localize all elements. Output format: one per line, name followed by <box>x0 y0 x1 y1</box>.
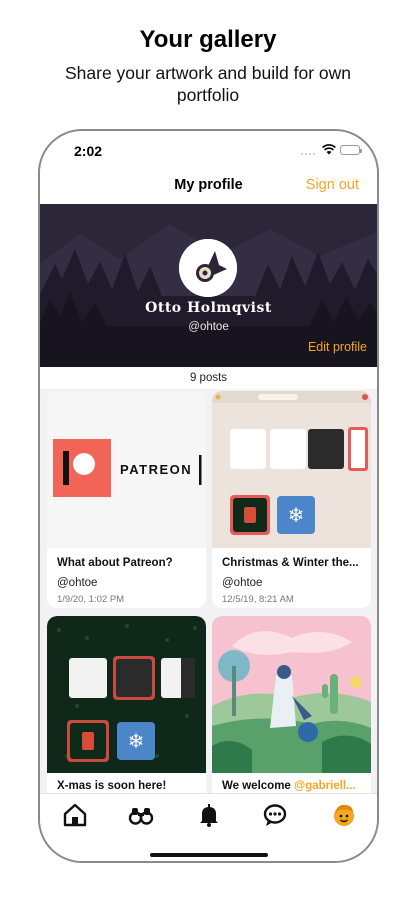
post-date: 12/5/19, 8:21 AM <box>222 594 294 605</box>
home-indicator <box>150 853 268 857</box>
avatar[interactable] <box>179 239 237 297</box>
promo-subtitle: Share your artwork and build for own por… <box>65 63 351 105</box>
status-bar: 2:02 <box>40 131 377 171</box>
post-card-patreon[interactable]: PATREON What about Patreon? @ohtoe 1/9/2… <box>47 391 206 608</box>
post-title: We welcome @gabriell... <box>222 780 356 792</box>
battery-icon <box>340 145 362 155</box>
cellular-signal-icon <box>301 150 317 155</box>
post-thumbnail: ❄ <box>47 616 206 773</box>
post-title-text: We welcome <box>222 780 295 792</box>
post-author: @ohtoe <box>57 577 98 589</box>
sign-out-button[interactable]: Sign out <box>306 177 359 193</box>
bell-icon[interactable] <box>196 802 222 828</box>
themes-screenshot: ❄ <box>212 391 371 548</box>
status-time: 2:02 <box>74 143 103 159</box>
post-card-xmas[interactable]: ❄ X-mas is soon here! <box>47 616 206 806</box>
promo-title: Your gallery <box>139 26 277 53</box>
edit-profile-button[interactable]: Edit profile <box>308 340 367 354</box>
posts-count: 9 posts <box>189 372 228 384</box>
posts-grid: PATREON What about Patreon? @ohtoe 1/9/2… <box>40 389 377 806</box>
xmas-theme-screenshot: ❄ <box>47 616 206 773</box>
post-title: X-mas is soon here! <box>57 780 167 792</box>
garden-illustration <box>212 616 371 773</box>
post-title: What about Patreon? <box>57 557 173 569</box>
app-screen: 2:02 My profile Sign out Otto Holmqvist … <box>40 131 377 861</box>
post-title: Christmas & Winter the... <box>222 557 359 569</box>
svg-text:❄: ❄ <box>128 731 145 753</box>
phone-frame: 2:02 My profile Sign out Otto Holmqvist … <box>38 129 379 863</box>
svg-text:❄: ❄ <box>288 505 305 527</box>
post-card-christmas-themes[interactable]: ❄ Christmas & Winter the... @ohtoe 12/5/… <box>212 391 371 608</box>
post-thumbnail: PATREON <box>47 391 206 548</box>
chat-bubble-icon[interactable] <box>262 802 288 828</box>
post-card-welcome[interactable]: We welcome @gabriell... <box>212 616 371 806</box>
patreon-wordmark: PATREON <box>120 462 193 477</box>
post-thumbnail <box>212 616 371 773</box>
post-thumbnail: ❄ <box>212 391 371 548</box>
tab-bar <box>40 793 377 861</box>
post-title-mention[interactable]: @gabriell... <box>294 780 356 792</box>
post-date: 1/9/20, 1:02 PM <box>57 594 125 605</box>
wifi-icon <box>322 144 336 155</box>
nav-bar: My profile Sign out <box>40 171 377 203</box>
avatar-illustration <box>179 239 237 297</box>
post-author: @ohtoe <box>222 577 263 589</box>
profile-face-icon[interactable] <box>331 802 357 828</box>
profile-banner: Otto Holmqvist @ohtoe Edit profile <box>40 204 377 367</box>
profile-display-name: Otto Holmqvist <box>145 300 272 316</box>
binoculars-icon[interactable] <box>128 802 154 828</box>
profile-handle: @ohtoe <box>188 321 229 333</box>
home-icon[interactable] <box>62 802 88 828</box>
